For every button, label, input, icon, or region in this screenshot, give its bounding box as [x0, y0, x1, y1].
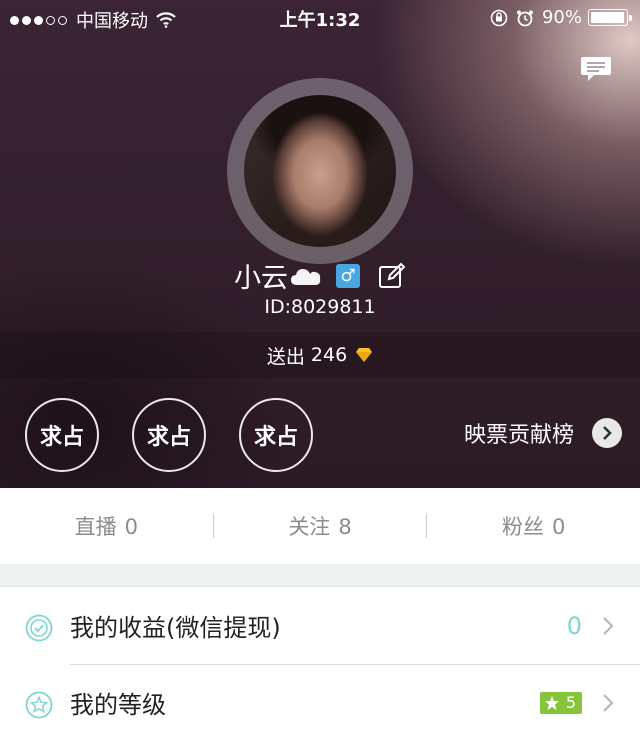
star-icon — [544, 695, 559, 710]
avatar[interactable] — [244, 95, 396, 247]
sent-label: 送出 — [266, 345, 305, 368]
stat-following[interactable]: 关注 8 — [214, 511, 427, 541]
stat-label: 直播 — [74, 515, 117, 539]
battery-percent: 90% — [541, 7, 582, 28]
stat-label: 关注 — [288, 515, 331, 539]
user-id: ID:8029811 — [264, 296, 376, 318]
stat-value: 0 — [551, 515, 566, 539]
gender-male-badge: ♂ — [336, 263, 360, 288]
chevron-right-icon — [603, 693, 614, 712]
menu-label: 我的等级 — [70, 691, 166, 719]
contributor-slot[interactable]: 求占 — [25, 398, 99, 472]
edit-icon[interactable] — [378, 262, 406, 290]
level-badge: 5 — [539, 691, 582, 714]
ranking-link[interactable]: 映票贡献榜 — [464, 417, 622, 449]
status-right: 90% — [490, 7, 632, 28]
profile-header: 中国移动 上午1:32 90% 小云 ♂ ID:8029811 送出 246 求… — [0, 0, 640, 488]
menu-item-earnings[interactable]: 我的收益(微信提现) 0 — [0, 587, 640, 664]
avatar-ring[interactable] — [227, 78, 413, 264]
username: 小云 — [234, 263, 288, 294]
name-row: 小云 ♂ — [0, 256, 640, 295]
menu-item-level[interactable]: 我的等级 5 — [0, 664, 640, 741]
star-circle-icon — [25, 691, 53, 719]
status-bar: 中国移动 上午1:32 90% — [0, 0, 640, 36]
stat-value: 0 — [124, 515, 139, 539]
battery-icon — [588, 9, 628, 26]
stat-live[interactable]: 直播 0 — [0, 511, 213, 541]
stats-row: 直播 0 关注 8 粉丝 0 — [0, 488, 640, 564]
cloud-icon — [291, 268, 321, 285]
chevron-right-icon — [592, 418, 622, 448]
contributor-slot[interactable]: 求占 — [132, 398, 206, 472]
earnings-icon — [25, 614, 53, 642]
menu-label: 我的收益(微信提现) — [70, 614, 281, 642]
gifts-sent-bar: 送出 246 — [0, 332, 640, 378]
stat-value: 8 — [338, 515, 352, 539]
rotation-lock-icon — [490, 9, 508, 26]
contributor-badges: 求占 求占 求占 — [25, 398, 346, 472]
chevron-right-icon — [603, 616, 614, 635]
stat-fans[interactable]: 粉丝 0 — [427, 511, 640, 541]
earnings-value: 0 — [566, 611, 582, 640]
level-value: 5 — [565, 693, 576, 712]
sent-count: 246 — [310, 344, 348, 366]
alarm-icon — [516, 10, 533, 26]
diamond-icon — [356, 348, 373, 362]
message-icon[interactable] — [580, 55, 612, 83]
ranking-label: 映票贡献榜 — [463, 423, 574, 448]
contributor-slot[interactable]: 求占 — [239, 398, 313, 472]
menu-list: 我的收益(微信提现) 0 我的等级 5 — [0, 586, 640, 741]
stat-label: 粉丝 — [501, 515, 544, 539]
